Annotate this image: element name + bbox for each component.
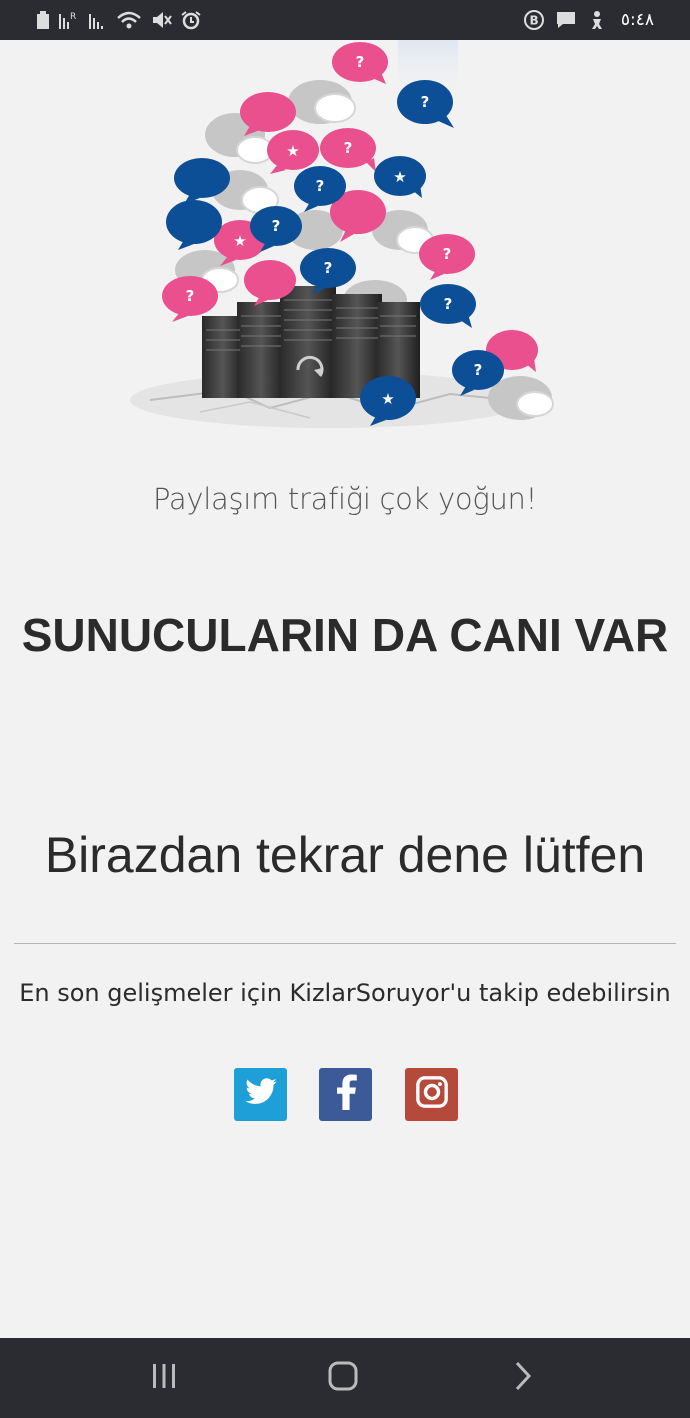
b-badge-icon: B xyxy=(523,9,545,31)
accessibility-icon xyxy=(587,9,607,31)
instagram-button[interactable] xyxy=(405,1068,458,1121)
social-links xyxy=(0,1068,690,1122)
svg-text:?: ? xyxy=(316,177,325,195)
tagline: Paylaşım trafiği çok yoğun! xyxy=(153,482,537,516)
home-icon xyxy=(327,1360,359,1397)
status-time: ٥:٤٨ xyxy=(620,10,654,30)
mute-icon xyxy=(150,10,172,30)
wifi-icon xyxy=(116,10,142,30)
back-button[interactable] xyxy=(493,1358,553,1398)
home-button[interactable] xyxy=(313,1358,373,1398)
back-icon xyxy=(511,1360,535,1397)
page-title: SUNUCULARIN DA CANI VAR xyxy=(21,609,669,661)
navigation-bar xyxy=(0,1338,690,1418)
svg-text:?: ? xyxy=(444,295,453,313)
svg-text:R: R xyxy=(70,12,76,22)
message-icon xyxy=(555,9,577,31)
retry-message: Birazdan tekrar dene lütfen xyxy=(44,827,646,883)
svg-text:?: ? xyxy=(186,287,195,305)
svg-text:?: ? xyxy=(324,259,333,277)
svg-text:?: ? xyxy=(421,93,430,111)
twitter-button[interactable] xyxy=(234,1068,287,1121)
divider xyxy=(14,943,676,944)
svg-text:★: ★ xyxy=(381,390,394,408)
facebook-button[interactable] xyxy=(319,1068,372,1121)
recent-apps-icon xyxy=(149,1361,179,1396)
svg-text:★: ★ xyxy=(286,142,299,160)
facebook-icon xyxy=(335,1074,357,1115)
svg-text:B: B xyxy=(529,14,538,28)
svg-text:?: ? xyxy=(344,139,353,157)
status-bar: R B ٥:٤٨ xyxy=(0,0,690,40)
alarm-icon xyxy=(180,10,202,30)
recent-apps-button[interactable] xyxy=(134,1358,194,1398)
svg-text:★: ★ xyxy=(393,168,406,186)
svg-text:?: ? xyxy=(272,217,281,235)
battery-icon xyxy=(36,10,50,30)
follow-text: En son gelişmeler için KizlarSoruyor'u t… xyxy=(19,979,671,1007)
signal-icon xyxy=(88,10,108,30)
svg-text:★: ★ xyxy=(233,232,246,250)
svg-text:?: ? xyxy=(474,361,483,379)
twitter-icon xyxy=(244,1077,278,1112)
signal-r-icon: R xyxy=(58,10,80,30)
svg-text:?: ? xyxy=(443,245,452,263)
instagram-icon xyxy=(415,1075,449,1114)
servers-illustration: ? ? ? ? ? ? ? ? ? ? ★ ★ ★ ★ xyxy=(110,40,580,440)
svg-text:?: ? xyxy=(356,53,365,71)
